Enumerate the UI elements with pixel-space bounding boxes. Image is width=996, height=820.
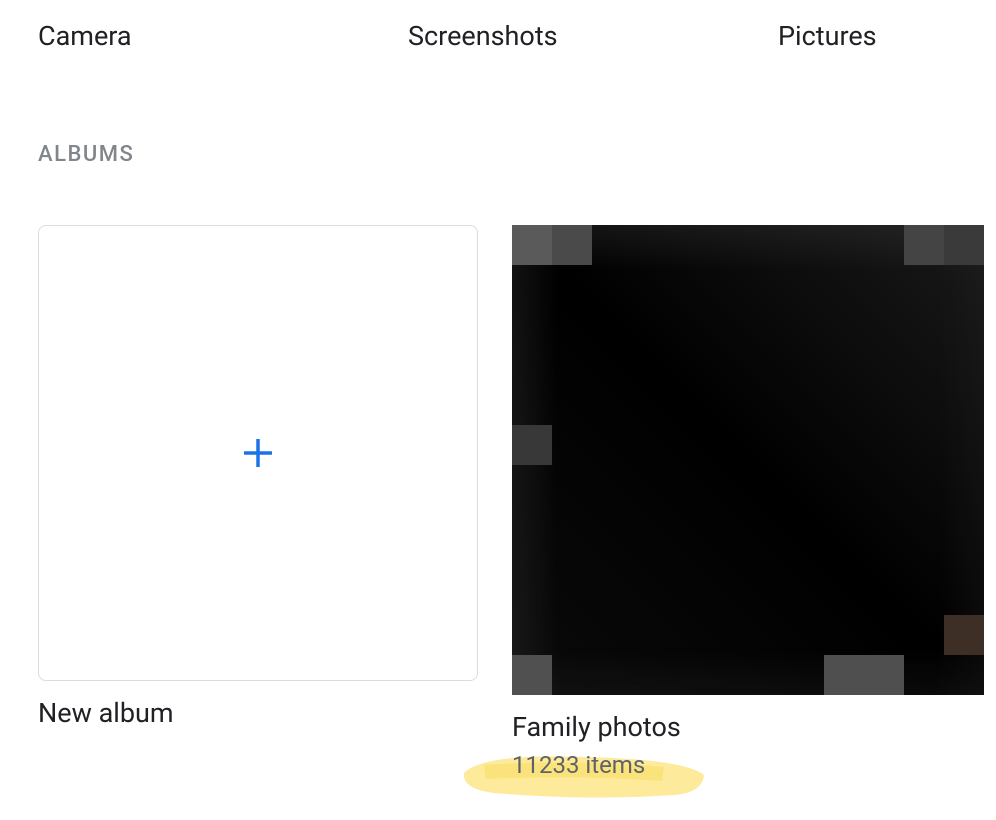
album-grid: New album Family photos 11233 items [0,167,996,779]
folder-camera[interactable]: Camera [38,20,408,52]
album-thumbnail-family[interactable] [512,225,984,695]
new-album-label: New album [38,697,478,729]
album-card-family: Family photos 11233 items [512,225,962,779]
device-folders-row: Camera Screenshots Pictures [0,0,996,52]
albums-section-header: ALBUMS [0,52,996,167]
folder-pictures[interactable]: Pictures [778,20,877,52]
album-title-family: Family photos [512,711,962,743]
new-album-button[interactable] [38,225,478,681]
album-item-count-wrapper: 11233 items [512,751,962,779]
plus-icon [238,433,278,473]
new-album-card: New album [38,225,478,729]
folder-screenshots[interactable]: Screenshots [408,20,778,52]
album-item-count-family: 11233 items [512,751,962,779]
